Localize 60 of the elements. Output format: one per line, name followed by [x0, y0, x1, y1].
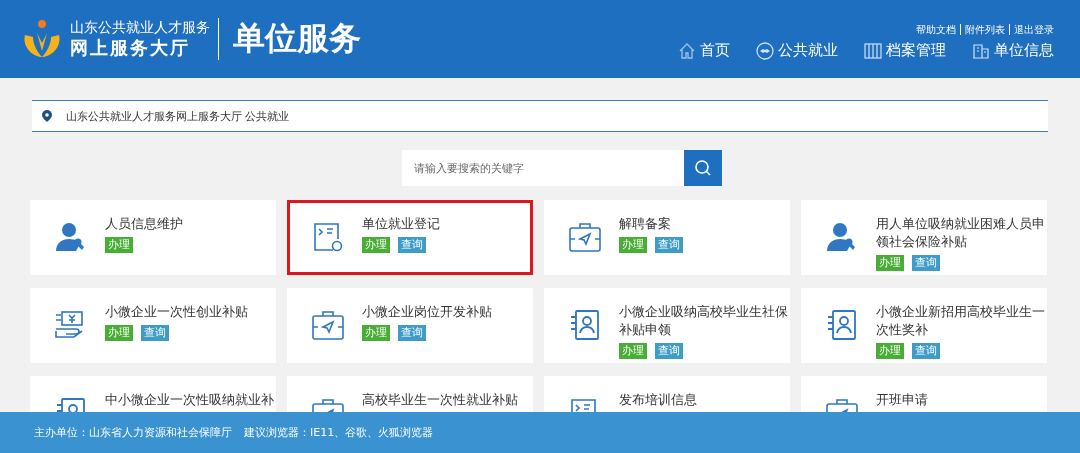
query-tag[interactable]: 查询 [912, 343, 940, 359]
service-title: 解聘备案 [619, 215, 672, 233]
query-tag[interactable]: 查询 [141, 325, 169, 341]
service-title: 发布培训信息 [619, 391, 697, 409]
query-tag[interactable]: 查询 [398, 325, 426, 341]
handle-tag[interactable]: 办理 [362, 325, 390, 341]
section-title: 单位服务 [233, 18, 361, 59]
service-card[interactable]: 开班申请 [801, 376, 1047, 412]
nav-link[interactable]: 首页 [678, 41, 730, 60]
nav-link[interactable]: 档案管理 [864, 41, 946, 60]
service-card[interactable]: 高校毕业生一次性就业补贴 [287, 376, 533, 412]
service-card[interactable]: 小微企业吸纳高校毕业生社保补贴申领 办理 查询 [544, 288, 790, 363]
footer-browsers: 建议浏览器：IE11、谷歌、火狐浏览器 [244, 425, 434, 440]
portal-subtitle: 山东公共就业人才服务 [70, 18, 210, 36]
service-title: 开班申请 [876, 391, 928, 409]
service-title: 小微企业一次性创业补贴 [105, 303, 248, 321]
top-link[interactable]: 附件列表 [960, 24, 1009, 35]
service-title: 高校毕业生一次性就业补贴 [362, 391, 518, 409]
service-card[interactable]: 小微企业岗位开发补贴 办理 查询 [287, 288, 533, 363]
building-icon [972, 41, 990, 60]
query-tag[interactable]: 查询 [655, 237, 683, 253]
service-card[interactable]: 人员信息维护 办理 [30, 200, 276, 275]
handle-tag[interactable]: 办理 [876, 343, 904, 359]
service-title: 单位就业登记 [362, 215, 440, 233]
nav-link[interactable]: 公共就业 [756, 41, 838, 60]
search-field[interactable]: 请输入要搜索的关键字 [402, 150, 684, 186]
handle-tag[interactable]: 办理 [362, 237, 390, 253]
service-title: 中小微企业一次性吸纳就业补 [105, 391, 274, 409]
cabinet-icon [864, 41, 882, 60]
service-title: 用人单位吸纳就业困难人员申领社会保险补贴 [876, 215, 1046, 251]
query-tag[interactable]: 查询 [912, 255, 940, 271]
handle-tag[interactable]: 办理 [105, 325, 133, 341]
service-card[interactable]: 用人单位吸纳就业困难人员申领社会保险补贴 办理 查询 [801, 200, 1047, 275]
home-icon [678, 41, 696, 60]
service-card[interactable]: 单位就业登记 办理 查询 [287, 200, 533, 275]
handle-tag[interactable]: 办理 [105, 237, 133, 253]
logo-icon [22, 19, 62, 59]
service-card[interactable]: 小微企业新招用高校毕业生一次性奖补 办理 查询 [801, 288, 1047, 363]
search-button[interactable] [684, 150, 722, 186]
query-tag[interactable]: 查询 [398, 237, 426, 253]
service-title: 人员信息维护 [105, 215, 183, 233]
top-link[interactable]: 帮助文档 [912, 24, 960, 35]
search-icon [694, 159, 712, 177]
service-card[interactable]: 中小微企业一次性吸纳就业补 [30, 376, 276, 412]
service-card[interactable]: 发布培训信息 [544, 376, 790, 412]
service-card[interactable]: 小微企业一次性创业补贴 办理 查询 [30, 288, 276, 363]
handle-tag[interactable]: 办理 [876, 255, 904, 271]
query-tag[interactable]: 查询 [655, 343, 683, 359]
handle-tag[interactable]: 办理 [619, 237, 647, 253]
footer-sponsor: 主办单位：山东省人力资源和社会保障厅 [34, 425, 232, 440]
service-card[interactable]: 解聘备案 办理 查询 [544, 200, 790, 275]
breadcrumb-text: 山东公共就业人才服务网上服务大厅 公共就业 [66, 108, 290, 124]
service-title: 小微企业吸纳高校毕业生社保补贴申领 [619, 303, 789, 339]
service-title: 小微企业岗位开发补贴 [362, 303, 492, 321]
handle-tag[interactable]: 办理 [619, 343, 647, 359]
location-pin-icon [42, 110, 52, 122]
nav-link[interactable]: 单位信息 [972, 41, 1054, 60]
top-link[interactable]: 退出登录 [1009, 24, 1054, 35]
service-title: 小微企业新招用高校毕业生一次性奖补 [876, 303, 1046, 339]
portal-title: 网上服务大厅 [70, 36, 191, 60]
